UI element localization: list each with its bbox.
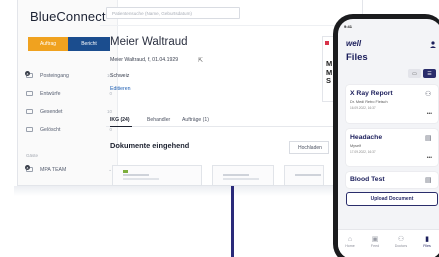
desktop-window: BlueConnect Auftrag Bericht 8 Posteingan… bbox=[17, 0, 363, 186]
file-title: Blood Test bbox=[350, 176, 385, 183]
folder-view-icon[interactable]: ▭ bbox=[408, 69, 421, 78]
patient-name: Meier Waltraud bbox=[110, 36, 188, 48]
document-icon: ▤ bbox=[425, 177, 432, 184]
search-input[interactable]: Patientensuche (Name, Geburtsdatum) bbox=[106, 7, 240, 19]
tab-label: Files bbox=[423, 244, 431, 248]
sidebar: BlueConnect Auftrag Bericht 8 Posteingan… bbox=[18, 0, 118, 185]
tab-feed[interactable]: ▣ Feed bbox=[367, 235, 383, 248]
file-title: X Ray Report bbox=[350, 90, 393, 97]
tab-behandler[interactable]: Behandler bbox=[147, 117, 170, 123]
feed-icon: ▣ bbox=[371, 236, 379, 243]
profile-icon[interactable] bbox=[430, 41, 436, 48]
auftrag-button[interactable]: Auftrag bbox=[28, 37, 68, 51]
patient-tabs: IKG (24) Behandler Aufträge (1) bbox=[106, 113, 346, 127]
file-subtitle: Dr. Medi Retro Fleisch bbox=[350, 100, 388, 104]
sidebar-item-posteingang[interactable]: 8 Posteingang 10 bbox=[25, 71, 112, 80]
tab-home[interactable]: ⌂ Home bbox=[342, 235, 358, 248]
sidebar-item-label: MPA TEAM bbox=[40, 166, 67, 173]
file-subtitle: Myself bbox=[350, 144, 361, 148]
screenshot-stage: BlueConnect Auftrag Bericht 8 Posteingan… bbox=[0, 0, 439, 257]
more-icon[interactable]: ••• bbox=[427, 155, 432, 161]
tab-label: Feed bbox=[370, 244, 380, 248]
badge-count: 8 bbox=[25, 71, 30, 76]
document-thumbnail[interactable] bbox=[284, 165, 324, 186]
sidebar-item-geloescht[interactable]: Gelöscht 0 bbox=[26, 125, 112, 134]
more-icon[interactable]: ••• bbox=[427, 111, 432, 117]
share-user-icon: ⚇ bbox=[425, 91, 432, 98]
mouse-cursor-icon: ⇱ bbox=[198, 58, 204, 64]
file-card[interactable]: Headache Myself 17.09.2022, 16:37 ▤ ••• bbox=[346, 129, 438, 166]
team-icon: 8 bbox=[25, 165, 33, 172]
sidebar-item-gesendet[interactable]: Gesendet 10 bbox=[26, 107, 112, 116]
upload-button[interactable]: Hochladen bbox=[289, 141, 329, 154]
files-icon: ▮ bbox=[425, 236, 429, 243]
status-time: 9:41 bbox=[344, 24, 353, 29]
alert-marker bbox=[325, 41, 329, 45]
documents-title: Dokumente eingehend bbox=[110, 141, 190, 150]
patient-country: Schweiz bbox=[110, 73, 130, 79]
tab-files[interactable]: ▮ Files bbox=[419, 235, 435, 248]
sidebar-item-label: Gelöscht bbox=[40, 126, 61, 133]
tab-auftraege[interactable]: Aufträge (1) bbox=[182, 117, 209, 123]
sent-icon bbox=[26, 109, 33, 114]
file-date: 17.09.2022, 16:37 bbox=[350, 150, 376, 154]
tab-bar: ⌂ Home ▣ Feed ⚇ Doctors ▮ Files bbox=[338, 229, 439, 257]
tab-doctors[interactable]: ⚇ Doctors bbox=[393, 235, 409, 248]
sidebar-item-label: Posteingang bbox=[40, 72, 69, 79]
document-icon: ▤ bbox=[425, 135, 432, 142]
upload-document-button[interactable]: Upload Document bbox=[346, 192, 438, 206]
sidebar-item-label: Gesendet bbox=[40, 108, 63, 115]
header-divider bbox=[100, 25, 346, 26]
sidebar-item-label: Entwürfe bbox=[40, 90, 61, 97]
list-view-icon[interactable]: ☰ bbox=[423, 69, 436, 78]
doctors-icon: ⚇ bbox=[397, 236, 405, 243]
sidebar-item-count: 0 bbox=[109, 127, 112, 132]
tab-ikg[interactable]: IKG (24) bbox=[110, 117, 130, 123]
edit-link[interactable]: Editieren bbox=[110, 86, 130, 92]
bericht-button[interactable]: Bericht bbox=[68, 37, 110, 51]
file-date: 16.09.2022, 16:37 bbox=[350, 106, 376, 110]
file-card[interactable]: Blood Test ▤ bbox=[346, 172, 438, 188]
file-card[interactable]: X Ray Report Dr. Medi Retro Fleisch 16.0… bbox=[346, 85, 438, 123]
patient-details: Meier Waltraud, f, 01.04.1929 bbox=[110, 57, 179, 63]
document-thumbnail[interactable] bbox=[212, 165, 274, 186]
brand-logo: BlueConnect bbox=[30, 9, 106, 24]
sidebar-item-mpa-team[interactable]: 8 MPA TEAM ⌄ bbox=[25, 165, 112, 174]
badge-count: 8 bbox=[25, 165, 30, 170]
preview-card-text: M M S bbox=[326, 59, 333, 85]
tab-label: Home bbox=[345, 244, 355, 248]
app-logo: well bbox=[346, 39, 362, 48]
document-thumbnail[interactable] bbox=[112, 165, 202, 186]
active-tab-indicator bbox=[110, 126, 132, 127]
cable bbox=[231, 186, 234, 257]
trash-icon bbox=[26, 127, 33, 132]
section-label: Gäste bbox=[26, 153, 39, 158]
window-shadow bbox=[14, 186, 366, 196]
file-title: Headache bbox=[350, 134, 383, 141]
drafts-icon bbox=[26, 91, 33, 96]
tab-label: Doctors bbox=[394, 244, 408, 248]
page-title: Files bbox=[346, 52, 368, 63]
sidebar-item-entwuerfe[interactable]: Entwürfe 0 bbox=[26, 89, 112, 98]
phone-screen: 9:41 well Files ▭ ☰ X Ray Report Dr. Med… bbox=[338, 19, 439, 257]
inbox-icon: 8 bbox=[25, 71, 33, 78]
home-icon: ⌂ bbox=[347, 236, 353, 243]
